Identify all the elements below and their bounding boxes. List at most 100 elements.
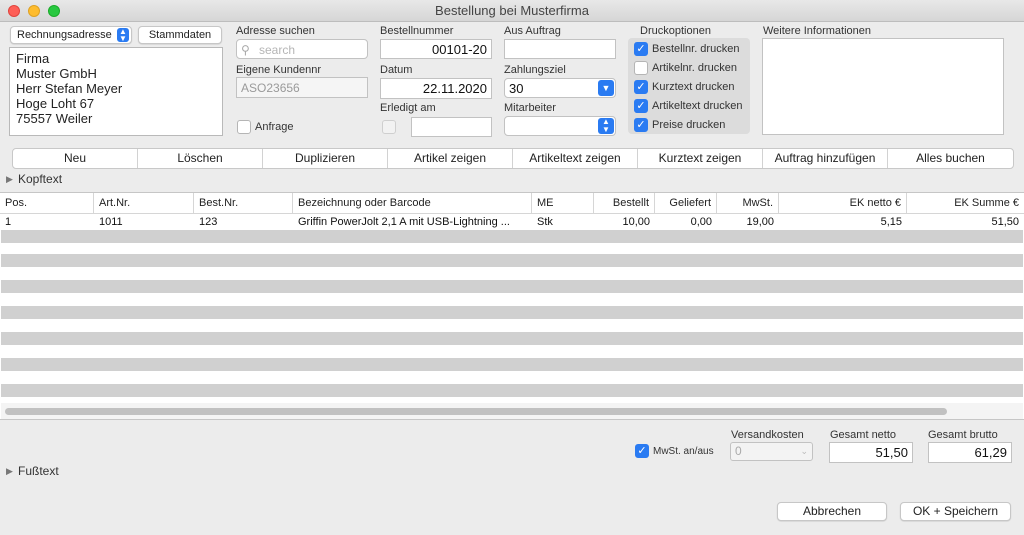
footer-text-disclosure[interactable]: Fußtext <box>18 464 59 478</box>
header-text-disclosure[interactable]: Kopftext <box>18 172 62 186</box>
shipping-select[interactable]: 0 ⌄ <box>730 442 813 461</box>
search-input[interactable]: ⚲ search <box>236 39 368 59</box>
column-header-unit[interactable]: ME <box>532 193 594 213</box>
search-placeholder: search <box>259 43 296 57</box>
table-row-stripe <box>1 384 1023 397</box>
order-no-label: Bestellnummer <box>380 25 454 37</box>
employee-label: Mitarbeiter <box>504 102 556 114</box>
payment-select[interactable]: 30 ▼ <box>504 78 616 98</box>
print-article-no-checkbox[interactable] <box>634 61 648 75</box>
disclosure-triangle-icon[interactable]: ▶ <box>6 174 13 185</box>
print-option-label: Artikeltext drucken <box>652 100 743 112</box>
table-row-stripe <box>1 358 1023 371</box>
stammdaten-button[interactable]: Stammdaten <box>138 26 222 44</box>
print-prices-checkbox[interactable] <box>634 118 648 132</box>
shipping-value: 0 <box>735 444 742 458</box>
vat-toggle-checkbox[interactable] <box>635 444 649 458</box>
address-type-value: Rechnungsadresse <box>17 29 112 41</box>
address-line: Hoge Loht 67 <box>16 96 95 111</box>
cell-art-nr: 1011 <box>99 216 123 228</box>
table-row-stripe <box>1 280 1023 293</box>
customer-no-field[interactable]: ASO23656 <box>236 77 368 98</box>
table-row-stripe <box>1 230 1023 243</box>
print-option-label: Bestellnr. drucken <box>652 43 740 55</box>
column-header-ordered[interactable]: Bestellt <box>594 193 655 213</box>
address-line: Muster GmbH <box>16 66 97 81</box>
chevron-down-icon: ▼ <box>598 80 614 96</box>
table-row-stripe <box>1 254 1023 267</box>
window-title: Bestellung bei Musterfirma <box>435 3 589 18</box>
further-info-label: Weitere Informationen <box>763 25 872 37</box>
column-header-vat[interactable]: MwSt. <box>717 193 779 213</box>
zoom-window-icon[interactable] <box>48 5 60 17</box>
cell-delivered: 0,00 <box>690 216 712 228</box>
title-bar: Bestellung bei Musterfirma <box>0 0 1024 22</box>
customer-no-label: Eigene Kundennr <box>236 64 322 76</box>
search-icon: ⚲ <box>241 43 250 57</box>
inquiry-checkbox[interactable] <box>237 120 251 134</box>
show-article-text-button[interactable]: Artikeltext zeigen <box>513 149 638 168</box>
chevron-down-icon: ⌄ <box>800 446 808 456</box>
table-row-stripe <box>1 332 1023 345</box>
total-net-field[interactable]: 51,50 <box>829 442 913 463</box>
payment-label: Zahlungsziel <box>504 64 566 76</box>
address-line: Herr Stefan Meyer <box>16 81 123 96</box>
done-label: Erledigt am <box>380 102 436 114</box>
print-order-no-checkbox[interactable] <box>634 42 648 56</box>
column-header-art-nr[interactable]: Art.Nr. <box>94 193 194 213</box>
cell-best-nr: 123 <box>199 216 218 228</box>
add-order-button[interactable]: Auftrag hinzufügen <box>763 149 888 168</box>
payment-value: 30 <box>509 81 524 96</box>
cell-pos: 1 <box>5 216 12 228</box>
done-checkbox[interactable] <box>382 120 396 134</box>
show-short-text-button[interactable]: Kurztext zeigen <box>638 149 763 168</box>
minimize-window-icon[interactable] <box>28 5 40 17</box>
print-option-label: Artikelnr. drucken <box>652 62 737 74</box>
print-option-label: Preise drucken <box>652 119 726 131</box>
from-order-field[interactable] <box>504 39 616 59</box>
vat-toggle-label: MwSt. an/aus <box>653 446 714 457</box>
table-row-stripe <box>1 306 1023 319</box>
column-header-pos[interactable]: Pos. <box>0 193 94 213</box>
further-info-textarea[interactable] <box>762 38 1004 135</box>
address-type-select[interactable]: Rechnungsadresse ▲ ▼ <box>10 26 132 44</box>
cell-vat: 19,00 <box>746 216 774 228</box>
show-article-button[interactable]: Artikel zeigen <box>388 149 513 168</box>
print-options-group: Bestellnr. drucken Artikelnr. drucken Ku… <box>628 38 750 134</box>
address-textarea[interactable]: Firma Muster GmbH Herr Stefan Meyer Hoge… <box>9 47 223 136</box>
shipping-label: Versandkosten <box>731 429 804 441</box>
employee-select[interactable]: ▲ ▼ <box>504 116 616 136</box>
ok-save-button[interactable]: OK + Speichern <box>900 502 1011 521</box>
column-header-delivered[interactable]: Geliefert <box>655 193 717 213</box>
print-article-text-checkbox[interactable] <box>634 99 648 113</box>
print-options-label: Druckoptionen <box>640 25 711 37</box>
column-header-ek-sum[interactable]: EK Summe € <box>907 193 1024 213</box>
chevron-updown-icon: ▲ ▼ <box>598 118 614 134</box>
total-gross-field[interactable]: 61,29 <box>928 442 1012 463</box>
book-all-button[interactable]: Alles buchen <box>888 149 1013 168</box>
cell-description: Griffin PowerJolt 2,1 A mit USB-Lightnin… <box>298 216 510 228</box>
column-header-ek-net[interactable]: EK netto € <box>779 193 907 213</box>
scrollbar-thumb[interactable] <box>5 408 947 415</box>
print-short-text-checkbox[interactable] <box>634 80 648 94</box>
order-no-field[interactable]: 00101-20 <box>380 39 492 59</box>
date-field[interactable]: 22.11.2020 <box>380 78 492 99</box>
column-header-best-nr[interactable]: Best.Nr. <box>194 193 293 213</box>
done-date-field[interactable] <box>411 117 492 137</box>
date-label: Datum <box>380 64 413 76</box>
disclosure-triangle-icon[interactable]: ▶ <box>6 466 13 477</box>
search-label: Adresse suchen <box>236 25 315 37</box>
close-window-icon[interactable] <box>8 5 20 17</box>
chevron-updown-icon: ▲ ▼ <box>117 28 129 43</box>
delete-button[interactable]: Löschen <box>138 149 263 168</box>
inquiry-label: Anfrage <box>255 121 294 133</box>
address-line: 75557 Weiler <box>16 111 93 126</box>
new-button[interactable]: Neu <box>13 149 138 168</box>
total-net-label: Gesamt netto <box>830 429 897 441</box>
address-line: Firma <box>16 51 50 66</box>
horizontal-scrollbar[interactable] <box>1 403 1023 419</box>
column-header-description[interactable]: Bezeichnung oder Barcode <box>293 193 532 213</box>
cancel-button[interactable]: Abbrechen <box>777 502 887 521</box>
duplicate-button[interactable]: Duplizieren <box>263 149 388 168</box>
cell-ek-net: 5,15 <box>880 216 902 228</box>
